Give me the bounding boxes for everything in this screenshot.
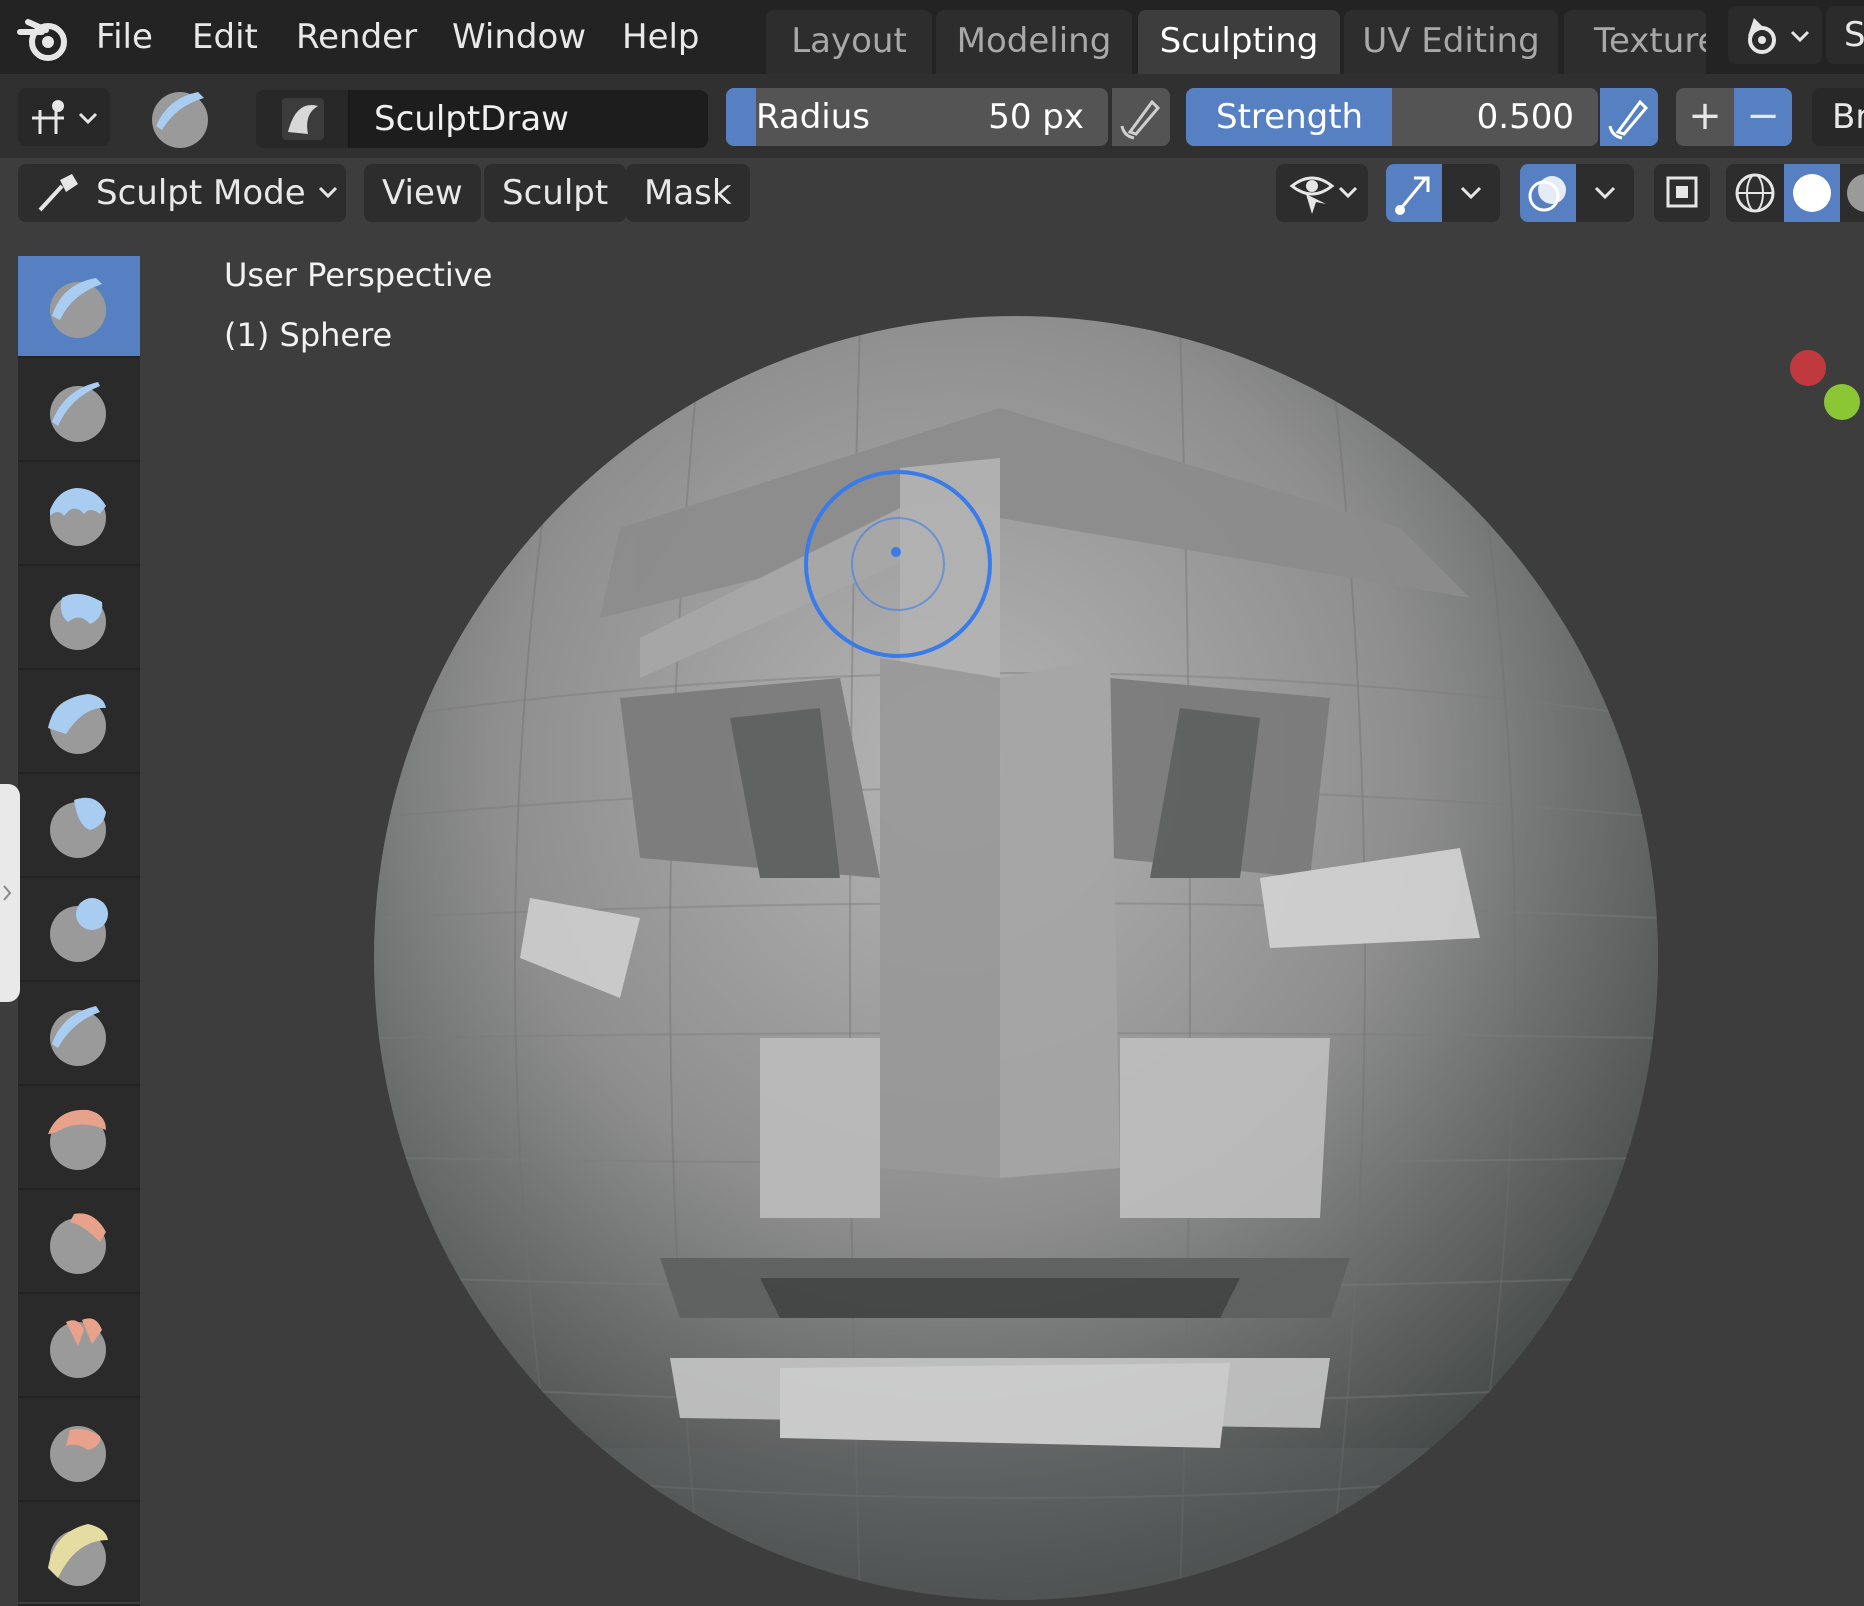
- mode-selector[interactable]: Sculpt Mode: [18, 164, 346, 222]
- radius-label: Radius: [756, 97, 871, 137]
- tool-blob[interactable]: [18, 880, 140, 982]
- xray-toggle[interactable]: [1654, 164, 1710, 222]
- fill-brush-icon: [50, 1318, 106, 1378]
- overlays-dropdown[interactable]: [1576, 164, 1634, 222]
- gizmo-toggle[interactable]: [1386, 164, 1442, 222]
- tab-uv-editing[interactable]: UV Editing: [1344, 10, 1558, 74]
- brush-name-label: SculptDraw: [374, 99, 569, 139]
- gizmo-icon: [1395, 176, 1430, 215]
- tool-inflate[interactable]: [18, 776, 140, 878]
- menu-render[interactable]: Render: [292, 10, 421, 64]
- flatten-brush-icon: [50, 1213, 106, 1274]
- tool-multiplane-scrape[interactable]: [18, 1504, 140, 1606]
- gizmo-y-icon[interactable]: [1824, 384, 1860, 420]
- sculpt-toolbar: [18, 256, 140, 1606]
- chevron-down-icon: [1594, 186, 1616, 200]
- scene-selector-button[interactable]: [1728, 6, 1822, 64]
- shading-material-button[interactable]: [1840, 164, 1864, 222]
- clay-strips-brush-icon: [50, 593, 106, 650]
- sculpted-sphere[interactable]: [0, 158, 1864, 1602]
- brush-thumbnail-icon: [256, 90, 350, 148]
- eye-icon: [1289, 176, 1358, 214]
- gizmo-dropdown[interactable]: [1442, 164, 1500, 222]
- radius-value: 50 px: [988, 97, 1084, 137]
- chevron-right-icon: [3, 885, 12, 901]
- brush-name-field[interactable]: SculptDraw: [256, 90, 708, 148]
- draw-brush-icon: [50, 278, 106, 338]
- menu-window[interactable]: Window: [448, 10, 590, 64]
- strength-pressure-button[interactable]: [1600, 88, 1658, 146]
- visibility-toggle[interactable]: [1276, 164, 1368, 222]
- sculpt-brush-icon: [38, 174, 78, 212]
- top-menu-bar: File Edit Render Window Help Layout Mode…: [0, 0, 1864, 74]
- pen-pressure-icon: [1608, 99, 1649, 140]
- tool-clay-strips[interactable]: [18, 568, 140, 670]
- tool-flatten[interactable]: [18, 1192, 140, 1294]
- scene-name-field[interactable]: S: [1826, 6, 1864, 64]
- tool-smooth[interactable]: [18, 1088, 140, 1190]
- strength-label: Strength: [1216, 97, 1364, 137]
- view-perspective-label: User Perspective: [224, 256, 493, 294]
- menu-sculpt[interactable]: Sculpt: [484, 164, 627, 222]
- direction-subtract-button[interactable]: −: [1734, 88, 1792, 146]
- menu-file[interactable]: File: [92, 10, 157, 64]
- gizmo-x-icon[interactable]: [1790, 350, 1826, 386]
- xray-icon: [1666, 176, 1698, 208]
- menu-edit[interactable]: Edit: [188, 10, 262, 64]
- blob-brush-icon: [50, 898, 108, 962]
- clay-brush-icon: [50, 488, 106, 546]
- active-object-label: (1) Sphere: [224, 316, 393, 354]
- crease-brush-icon: [50, 1006, 106, 1066]
- overlays-toggle[interactable]: [1520, 164, 1576, 222]
- menu-view[interactable]: View: [364, 164, 481, 222]
- direction-add-button[interactable]: +: [1676, 88, 1734, 146]
- inflate-brush-icon: [50, 797, 106, 858]
- pen-pressure-icon: [1120, 99, 1161, 140]
- tool-draw[interactable]: [18, 256, 140, 358]
- shading-solid-button[interactable]: [1784, 164, 1840, 222]
- overlays-icon: [1528, 176, 1566, 212]
- sidebar-expand-tab[interactable]: [0, 784, 20, 1002]
- tool-layer[interactable]: [18, 672, 140, 774]
- draw-sharp-brush-icon: [50, 382, 106, 442]
- tool-fill[interactable]: [18, 1296, 140, 1398]
- mode-label: Sculpt Mode: [96, 173, 306, 213]
- shading-wireframe-button[interactable]: [1726, 164, 1784, 222]
- strength-value: 0.500: [1476, 97, 1574, 137]
- active-brush-icon[interactable]: [146, 86, 214, 148]
- material-sphere-icon: [1847, 174, 1864, 212]
- editor-type-button[interactable]: [18, 88, 110, 146]
- layer-brush-icon: [48, 694, 106, 754]
- tool-clay[interactable]: [18, 464, 140, 566]
- tab-modeling[interactable]: Modeling: [936, 10, 1132, 74]
- smooth-brush-icon: [48, 1109, 106, 1170]
- editor-type-icon: [32, 100, 98, 134]
- menu-mask[interactable]: Mask: [626, 164, 750, 222]
- wireframe-sphere-icon: [1735, 173, 1775, 213]
- brush-menu-button[interactable]: Br: [1812, 88, 1864, 146]
- 3d-viewport[interactable]: User Perspective (1) Sphere: [0, 158, 1864, 1602]
- strength-slider[interactable]: Strength 0.500: [1186, 88, 1598, 146]
- blender-logo-icon[interactable]: [16, 10, 76, 64]
- scrape-brush-icon: [50, 1426, 106, 1482]
- radius-pressure-button[interactable]: [1112, 88, 1170, 146]
- solid-sphere-icon: [1793, 174, 1831, 212]
- radius-slider[interactable]: Radius 50 px: [726, 88, 1108, 146]
- scene-icon: [1748, 18, 1810, 54]
- tab-layout[interactable]: Layout: [766, 10, 932, 74]
- tab-texture-paint[interactable]: Texture: [1564, 10, 1706, 74]
- tool-scrape[interactable]: [18, 1400, 140, 1502]
- menu-help[interactable]: Help: [618, 10, 704, 64]
- tool-draw-sharp[interactable]: [18, 360, 140, 462]
- chevron-down-icon: [318, 186, 338, 199]
- tool-crease[interactable]: [18, 984, 140, 1086]
- multiplane-scrape-brush-icon: [48, 1524, 108, 1586]
- chevron-down-icon: [1460, 186, 1482, 200]
- tab-sculpting[interactable]: Sculpting: [1138, 10, 1340, 74]
